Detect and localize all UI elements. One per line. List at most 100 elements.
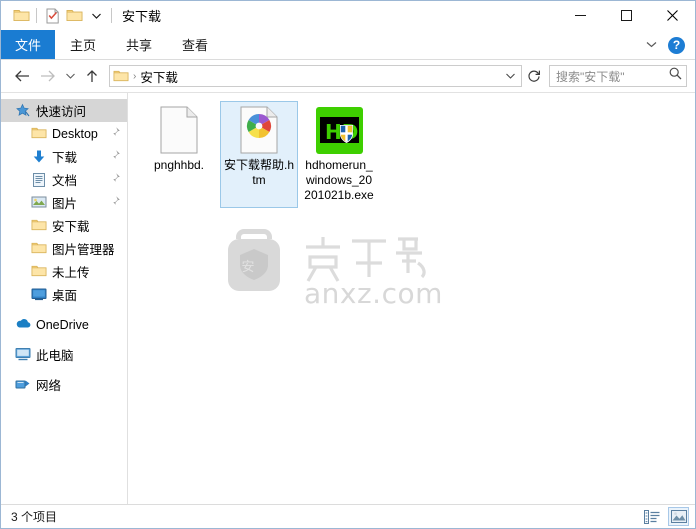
details-view-button[interactable] — [641, 507, 662, 526]
sidebar-item-onedrive[interactable]: OneDrive — [1, 313, 127, 336]
explorer-body: 快速访问 Desktop 下载 文档 图片 安下载 图片管理器 未上传 桌面 O… — [1, 92, 695, 504]
sidebar-item-label: 图片管理器 — [52, 243, 115, 257]
sidebar-item-desktop-cn[interactable]: 桌面 — [1, 283, 127, 306]
folder-icon — [31, 126, 47, 142]
ribbon-right-controls: ? — [642, 30, 691, 60]
tab-file[interactable]: 文件 — [1, 30, 56, 59]
blank-document-icon — [155, 106, 203, 154]
anxz-watermark: 安 anxz.com — [218, 219, 458, 311]
sidebar-item-label: 未上传 — [52, 266, 90, 280]
file-item[interactable]: 安下载帮助.htm — [220, 101, 298, 208]
sidebar-item-label: 桌面 — [52, 289, 78, 303]
search-icon[interactable] — [669, 67, 682, 85]
sidebar-item-label: 安下载 — [52, 220, 90, 234]
sidebar-item-picture-manager[interactable]: 图片管理器 — [1, 237, 127, 260]
sidebar-item-pictures[interactable]: 图片 — [1, 191, 127, 214]
recent-locations-icon[interactable] — [61, 63, 79, 89]
svg-text:anxz.com: anxz.com — [304, 277, 443, 310]
quick-access-toolbar: 安下载 — [1, 5, 161, 27]
maximize-button[interactable] — [603, 1, 649, 30]
search-input[interactable]: 搜索"安下载" — [549, 65, 687, 87]
minimize-button[interactable] — [557, 1, 603, 30]
chevron-down-icon[interactable] — [642, 39, 660, 51]
desktop-icon — [31, 287, 47, 303]
sidebar-item-label: OneDrive — [36, 317, 89, 332]
sidebar-item-label: 快速访问 — [36, 105, 87, 119]
properties-icon[interactable] — [41, 5, 63, 27]
tab-home[interactable]: 主页 — [55, 30, 111, 59]
tab-share[interactable]: 共享 — [111, 30, 167, 59]
chrome-html-icon — [235, 106, 283, 154]
pin-icon[interactable] — [108, 195, 121, 208]
refresh-button[interactable] — [523, 65, 545, 87]
help-icon[interactable]: ? — [668, 36, 685, 54]
documents-icon — [31, 172, 47, 188]
sidebar-item-label: Desktop — [52, 126, 98, 141]
sidebar-item-label: 下载 — [52, 151, 78, 165]
file-items-container: pnghhbd. 安下载帮助.htm hdhomerun_windows_202… — [128, 93, 695, 208]
address-bar: › 安下载 搜索"安下载" — [1, 60, 695, 92]
folder-icon — [31, 264, 47, 280]
close-button[interactable] — [649, 1, 695, 30]
folder-icon — [31, 218, 47, 234]
sidebar-item-label: 图片 — [52, 197, 78, 211]
file-name: pnghhbd. — [153, 158, 205, 172]
sidebar-item-label: 网络 — [36, 379, 62, 393]
sidebar-item-label: 文档 — [52, 174, 78, 188]
sidebar-gap-1 — [1, 306, 127, 313]
window-controls — [557, 1, 695, 30]
window-title: 安下载 — [122, 9, 162, 24]
forward-button[interactable] — [35, 63, 61, 89]
pin-icon[interactable] — [108, 149, 121, 162]
ribbon-tab-bar: 文件 主页 共享 查看 ? — [1, 30, 695, 60]
status-bar: 3 个项目 — [1, 504, 695, 528]
back-button[interactable] — [9, 63, 35, 89]
qat-separator-2 — [111, 8, 112, 23]
new-folder-icon[interactable] — [63, 5, 85, 27]
up-button[interactable] — [79, 63, 105, 89]
sidebar-item-anxiazai[interactable]: 安下载 — [1, 214, 127, 237]
sidebar-item-this-pc[interactable]: 此电脑 — [1, 343, 127, 366]
pin-icon[interactable] — [108, 126, 121, 139]
file-item[interactable]: HD hdhomerun_windows_20201021b.exe — [300, 101, 378, 208]
folder-icon[interactable] — [10, 5, 32, 27]
file-list-pane[interactable]: 安 anxz.com pnghhbd. 安下载帮助.htm hdhomerun_… — [128, 93, 695, 504]
file-name: hdhomerun_windows_20201021b.exe — [304, 158, 374, 202]
sidebar-gap-3 — [1, 366, 127, 373]
sidebar-item-quick-access[interactable]: 快速访问 — [1, 99, 127, 122]
breadcrumb-dropdown-icon[interactable] — [501, 71, 519, 81]
file-name: 安下载帮助.htm — [223, 158, 294, 187]
breadcrumb-current-folder[interactable]: 安下载 — [140, 67, 178, 86]
pictures-icon — [31, 195, 47, 211]
sidebar-gap-2 — [1, 336, 127, 343]
sidebar-item-desktop-en[interactable]: Desktop — [1, 122, 127, 145]
sidebar-item-label: 此电脑 — [36, 349, 74, 363]
download-icon — [31, 149, 47, 165]
sidebar-item-documents[interactable]: 文档 — [1, 168, 127, 191]
navigation-pane[interactable]: 快速访问 Desktop 下载 文档 图片 安下载 图片管理器 未上传 桌面 O… — [1, 93, 128, 504]
sidebar-item-not-uploaded[interactable]: 未上传 — [1, 260, 127, 283]
qat-dropdown-icon[interactable] — [85, 5, 107, 27]
star-pin-icon — [15, 103, 31, 119]
title-bar: 安下载 — [1, 1, 695, 30]
sidebar-item-network[interactable]: 网络 — [1, 373, 127, 396]
breadcrumb-separator: › — [133, 70, 137, 82]
folder-icon — [31, 241, 47, 257]
view-buttons — [641, 507, 689, 526]
tab-view[interactable]: 查看 — [167, 30, 223, 59]
search-placeholder: 搜索"安下载" — [556, 69, 625, 84]
hd-homerun-app-icon: HD — [315, 106, 363, 154]
file-item[interactable]: pnghhbd. — [140, 101, 218, 208]
sidebar-item-downloads[interactable]: 下载 — [1, 145, 127, 168]
file-explorer-window: 安下载 文件 主页 共享 查看 ? › 安下载 搜索"安下载" 快速访问 Des… — [0, 0, 696, 529]
breadcrumb-folder-icon — [113, 69, 129, 83]
pin-icon[interactable] — [108, 172, 121, 185]
svg-text:安: 安 — [241, 260, 254, 275]
item-count: 3 个项目 — [11, 510, 58, 524]
large-icons-view-button[interactable] — [668, 507, 689, 526]
qat-separator-1 — [36, 8, 37, 23]
this-pc-icon — [15, 347, 31, 363]
network-icon — [15, 377, 31, 393]
breadcrumb-bar[interactable]: › 安下载 — [109, 65, 522, 87]
onedrive-icon — [15, 317, 31, 333]
